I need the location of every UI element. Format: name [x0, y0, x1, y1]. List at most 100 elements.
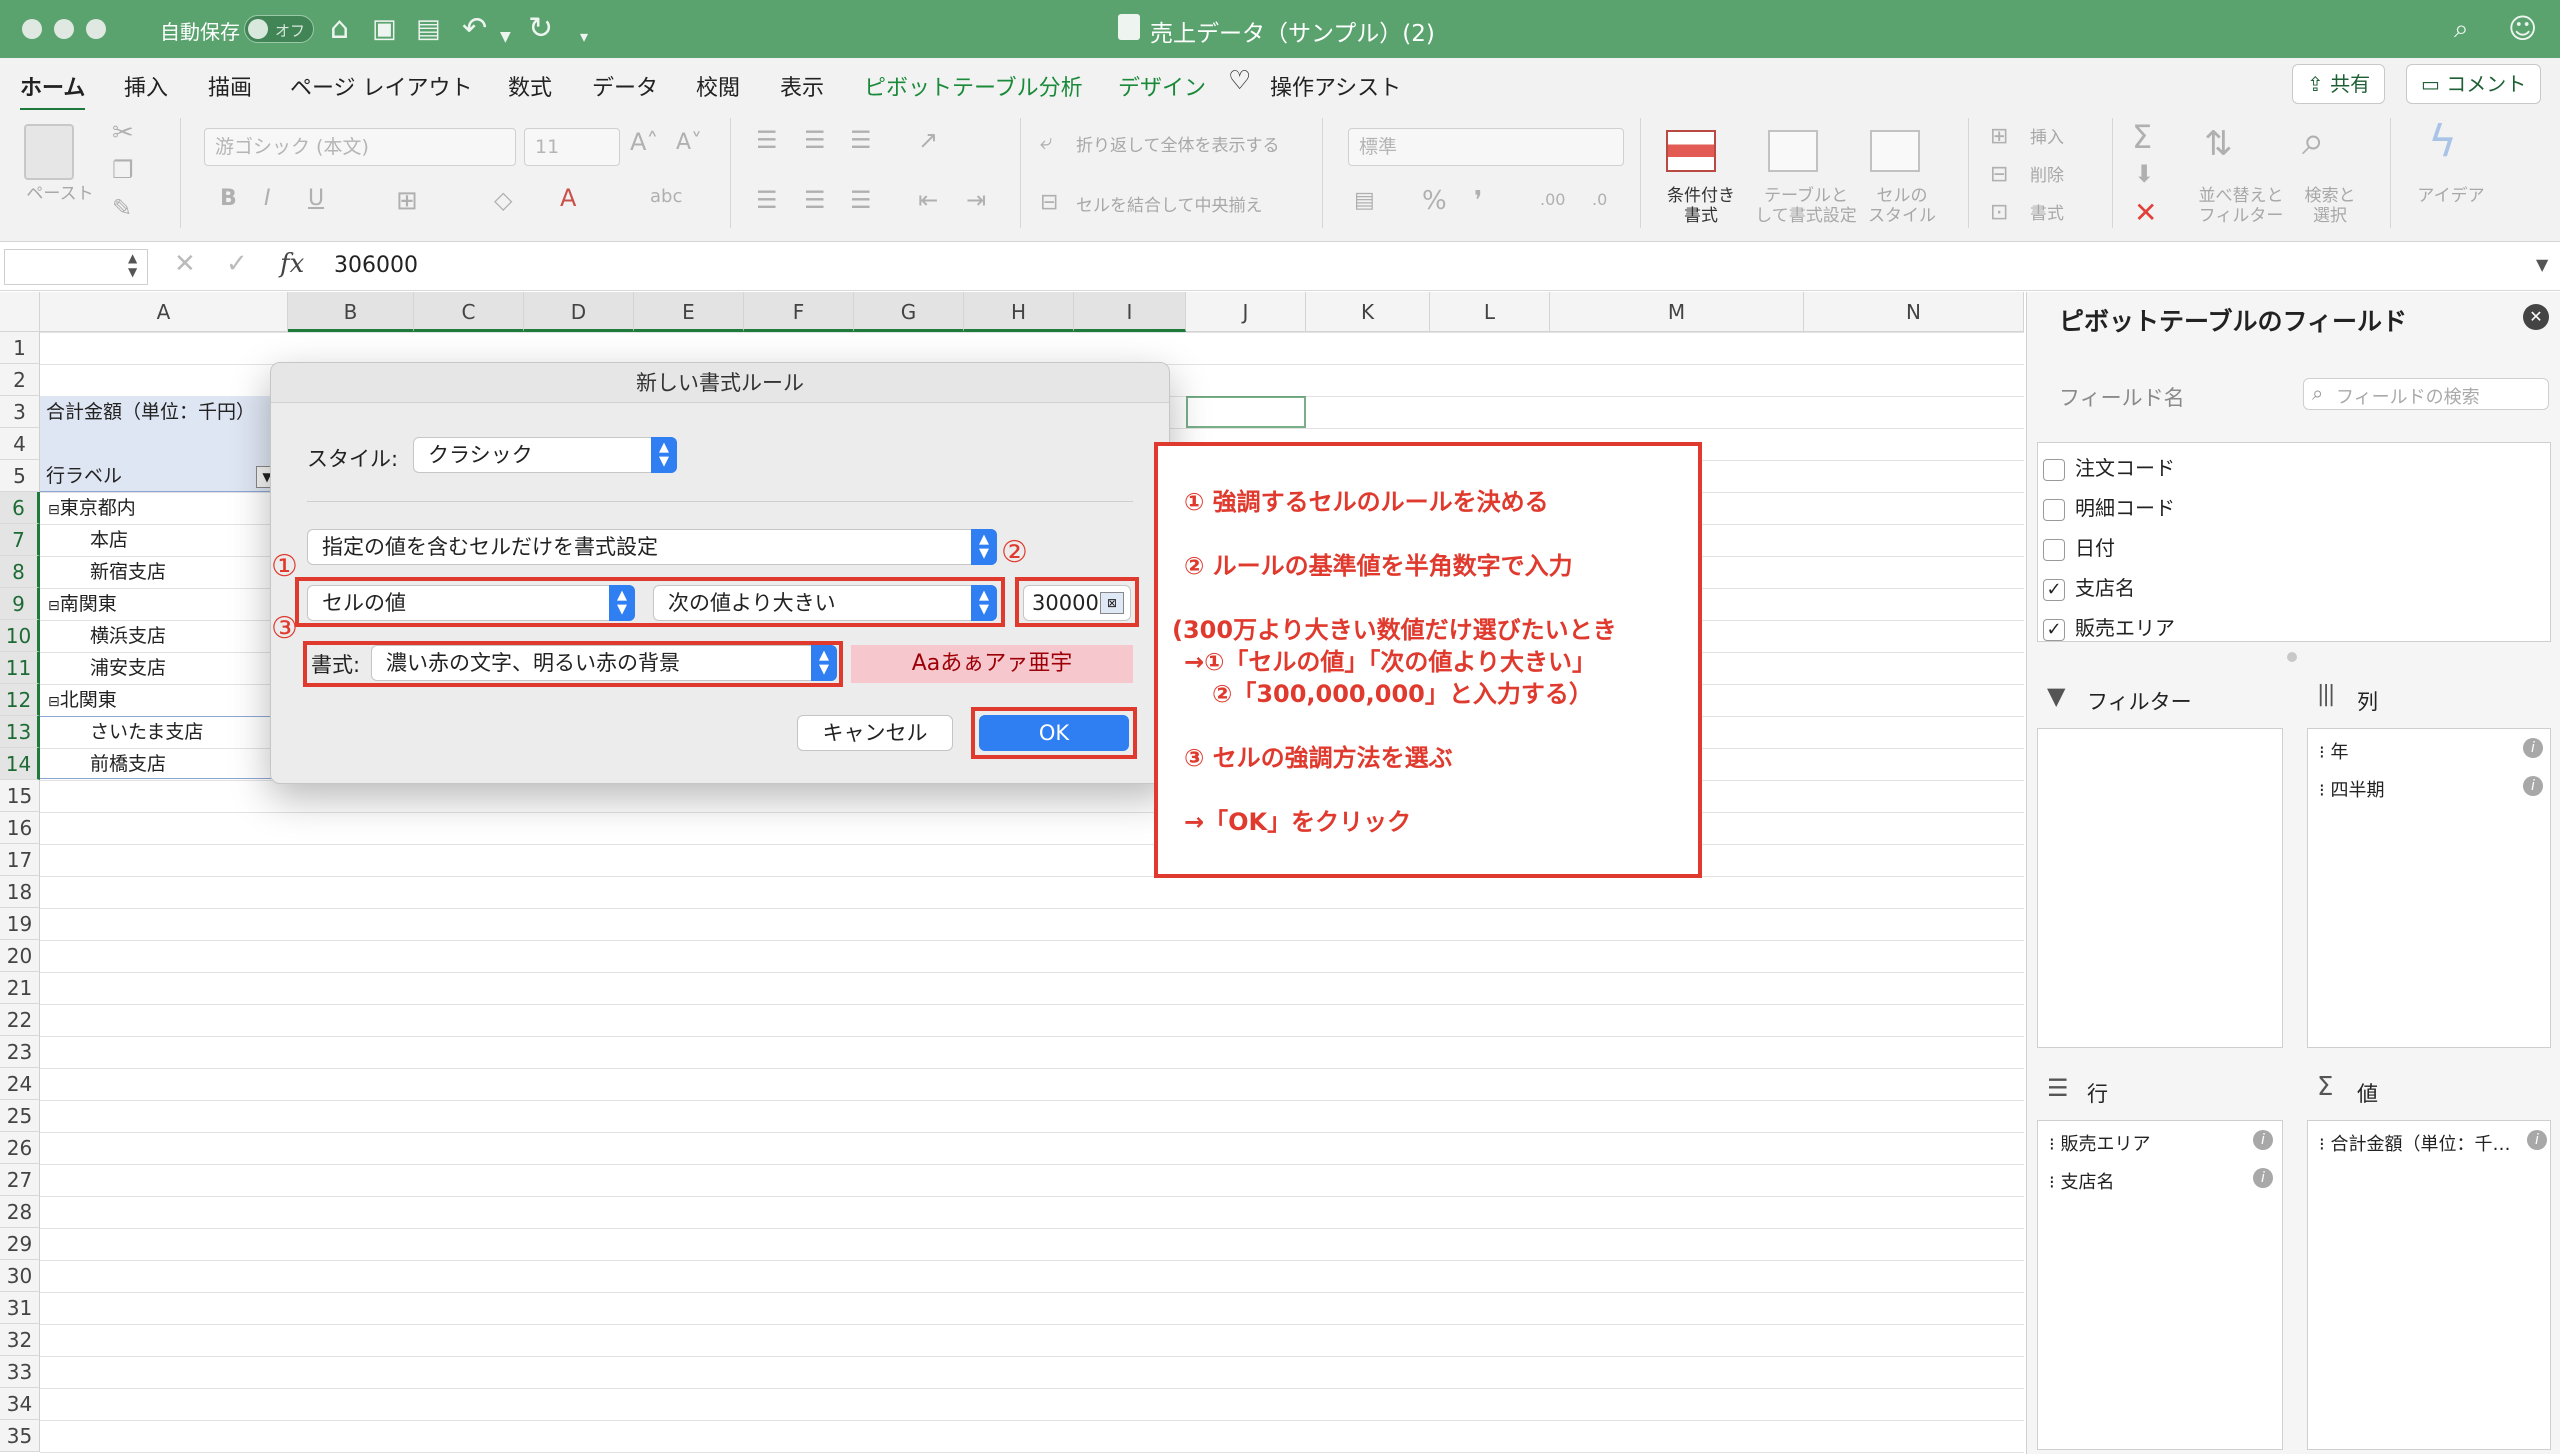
- column-header-i[interactable]: I: [1074, 292, 1186, 332]
- font-size-box[interactable]: 11: [524, 128, 620, 166]
- row-header-12[interactable]: 12: [0, 684, 40, 716]
- close-window-button[interactable]: [22, 19, 42, 39]
- minimize-window-button[interactable]: [54, 19, 74, 39]
- delete-cells-icon[interactable]: ⊟: [1990, 162, 2008, 187]
- smiley-feedback-icon[interactable]: ☺: [2508, 12, 2537, 46]
- borders-icon[interactable]: ⊞: [396, 186, 418, 216]
- undo-icon[interactable]: ↶: [462, 12, 487, 46]
- collapse-icon[interactable]: ⊟: [48, 502, 60, 518]
- row-header-13[interactable]: 13: [0, 716, 40, 748]
- tab-pivot-analyze[interactable]: ピボットテーブル分析: [864, 70, 1083, 102]
- row-header-26[interactable]: 26: [0, 1132, 40, 1164]
- tab-view[interactable]: 表示: [780, 70, 824, 102]
- paste-icon[interactable]: [24, 124, 74, 180]
- align-top-icon[interactable]: ☰: [756, 126, 778, 154]
- row-header-20[interactable]: 20: [0, 940, 40, 972]
- row-header-24[interactable]: 24: [0, 1068, 40, 1100]
- select-all-corner[interactable]: [0, 292, 40, 332]
- orientation-icon[interactable]: ↗: [918, 126, 938, 154]
- save-icon[interactable]: ▣: [372, 12, 397, 46]
- ideas-label[interactable]: アイデア: [2406, 186, 2496, 206]
- align-left-icon[interactable]: ☰: [756, 186, 778, 214]
- align-bottom-icon[interactable]: ☰: [850, 126, 872, 154]
- formula-input[interactable]: 306000: [334, 253, 418, 278]
- row-header-11[interactable]: 11: [0, 652, 40, 684]
- row-header-35[interactable]: 35: [0, 1420, 40, 1452]
- range-picker-icon[interactable]: ⊠: [1100, 592, 1124, 614]
- cell-a6[interactable]: ⊟東京都内: [48, 492, 136, 526]
- format-as-table-icon[interactable]: [1768, 130, 1818, 172]
- values-area[interactable]: [2307, 1120, 2551, 1450]
- phonetic-icon[interactable]: abc: [650, 186, 682, 207]
- info-icon[interactable]: i: [2527, 1130, 2547, 1150]
- row-item-sales-area[interactable]: ⁝ 販売エリア: [2049, 1130, 2150, 1156]
- field-item[interactable]: ✓ 支店名: [2043, 572, 2135, 601]
- cell-a8[interactable]: 新宿支店: [90, 556, 166, 588]
- row-header-5[interactable]: 5: [0, 460, 40, 492]
- threshold-value-input[interactable]: 30000 ⊠: [1023, 585, 1131, 621]
- column-header-j[interactable]: J: [1186, 292, 1306, 332]
- field-item[interactable]: 注文コード: [2043, 452, 2175, 481]
- row-header-28[interactable]: 28: [0, 1196, 40, 1228]
- autosum-icon[interactable]: Σ: [2132, 118, 2152, 156]
- cell-a11[interactable]: 浦安支店: [90, 652, 166, 684]
- align-middle-icon[interactable]: ☰: [804, 126, 826, 154]
- column-header-b[interactable]: B: [288, 292, 414, 332]
- row-header-18[interactable]: 18: [0, 876, 40, 908]
- fill-icon[interactable]: ⬇: [2134, 160, 2154, 188]
- column-header-c[interactable]: C: [414, 292, 524, 332]
- column-header-h[interactable]: H: [964, 292, 1074, 332]
- row-header-9[interactable]: 9: [0, 588, 40, 620]
- filter-area[interactable]: [2037, 728, 2283, 1048]
- rule-type-select[interactable]: 指定の値を含むセルだけを書式設定 ▲ ▼: [307, 529, 997, 565]
- insert-cells-label[interactable]: 挿入: [2030, 128, 2064, 148]
- redo-icon[interactable]: ↻: [528, 12, 553, 46]
- cut-icon[interactable]: ✂: [112, 118, 134, 148]
- sort-filter-icon[interactable]: ⇅: [2204, 124, 2233, 164]
- align-right-icon[interactable]: ☰: [850, 186, 872, 214]
- tab-home[interactable]: ホーム: [20, 70, 86, 112]
- row-header-2[interactable]: 2: [0, 364, 40, 396]
- row-header-22[interactable]: 22: [0, 1004, 40, 1036]
- name-box[interactable]: [4, 249, 148, 285]
- format-as-table-label[interactable]: テーブルと して書式設定: [1748, 186, 1864, 226]
- search-icon[interactable]: ⌕: [2454, 12, 2469, 46]
- decrease-indent-icon[interactable]: ⇤: [918, 186, 938, 214]
- cell-styles-label[interactable]: セルの スタイル: [1862, 186, 1942, 226]
- row-header-4[interactable]: 4: [0, 428, 40, 460]
- row-header-29[interactable]: 29: [0, 1228, 40, 1260]
- info-icon[interactable]: i: [2253, 1130, 2273, 1150]
- merge-center-icon[interactable]: ⊟: [1040, 190, 1058, 215]
- row-header-8[interactable]: 8: [0, 556, 40, 588]
- tab-review[interactable]: 校閲: [696, 70, 740, 102]
- field-item[interactable]: 明細コード: [2043, 492, 2175, 521]
- italic-icon[interactable]: I: [264, 186, 271, 211]
- confirm-entry-icon[interactable]: ✓: [226, 249, 248, 279]
- splitter-handle[interactable]: [2287, 652, 2297, 662]
- cancel-entry-icon[interactable]: ✕: [174, 249, 196, 279]
- name-box-stepper-icon[interactable]: ▲ ▼: [128, 251, 137, 279]
- increase-font-icon[interactable]: A˄: [630, 128, 658, 156]
- wrap-text-icon[interactable]: ⤶: [1040, 130, 1052, 155]
- ideas-icon[interactable]: ϟ: [2428, 116, 2457, 167]
- row-header-1[interactable]: 1: [0, 332, 40, 364]
- info-icon[interactable]: i: [2523, 738, 2543, 758]
- format-cells-icon[interactable]: ⊡: [1990, 200, 2008, 225]
- tab-data[interactable]: データ: [592, 70, 658, 102]
- zoom-window-button[interactable]: [86, 19, 106, 39]
- cell-a3[interactable]: 合計金額（単位：千円）: [46, 396, 255, 428]
- currency-icon[interactable]: ▤: [1354, 188, 1375, 213]
- column-header-g[interactable]: G: [854, 292, 964, 332]
- tab-draw[interactable]: 描画: [208, 70, 252, 102]
- format-style-select[interactable]: 濃い赤の文字、明るい赤の背景 ▲ ▼: [371, 645, 837, 681]
- ok-button[interactable]: OK: [979, 715, 1129, 751]
- row-header-30[interactable]: 30: [0, 1260, 40, 1292]
- row-header-17[interactable]: 17: [0, 844, 40, 876]
- align-center-icon[interactable]: ☰: [804, 186, 826, 214]
- function-icon[interactable]: fx: [280, 249, 304, 279]
- row-header-33[interactable]: 33: [0, 1356, 40, 1388]
- column-header-m[interactable]: M: [1550, 292, 1804, 332]
- row-header-3[interactable]: 3: [0, 396, 40, 428]
- row-header-25[interactable]: 25: [0, 1100, 40, 1132]
- column-header-k[interactable]: K: [1306, 292, 1430, 332]
